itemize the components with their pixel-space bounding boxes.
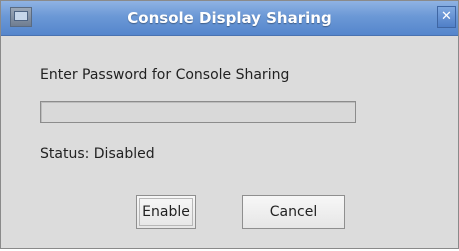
status-label: Status: Disabled	[40, 146, 155, 162]
window-title: Console Display Sharing	[127, 9, 332, 27]
title-bar[interactable]: Console Display Sharing ✕	[1, 1, 458, 36]
password-field[interactable]	[40, 101, 356, 123]
enable-button[interactable]: Enable	[136, 195, 196, 229]
dialog-window: Console Display Sharing ✕ Enter Password…	[0, 0, 459, 249]
cancel-button[interactable]: Cancel	[242, 195, 345, 229]
password-prompt-label: Enter Password for Console Sharing	[40, 67, 290, 83]
close-button[interactable]: ✕	[437, 6, 456, 28]
close-icon: ✕	[441, 9, 452, 24]
